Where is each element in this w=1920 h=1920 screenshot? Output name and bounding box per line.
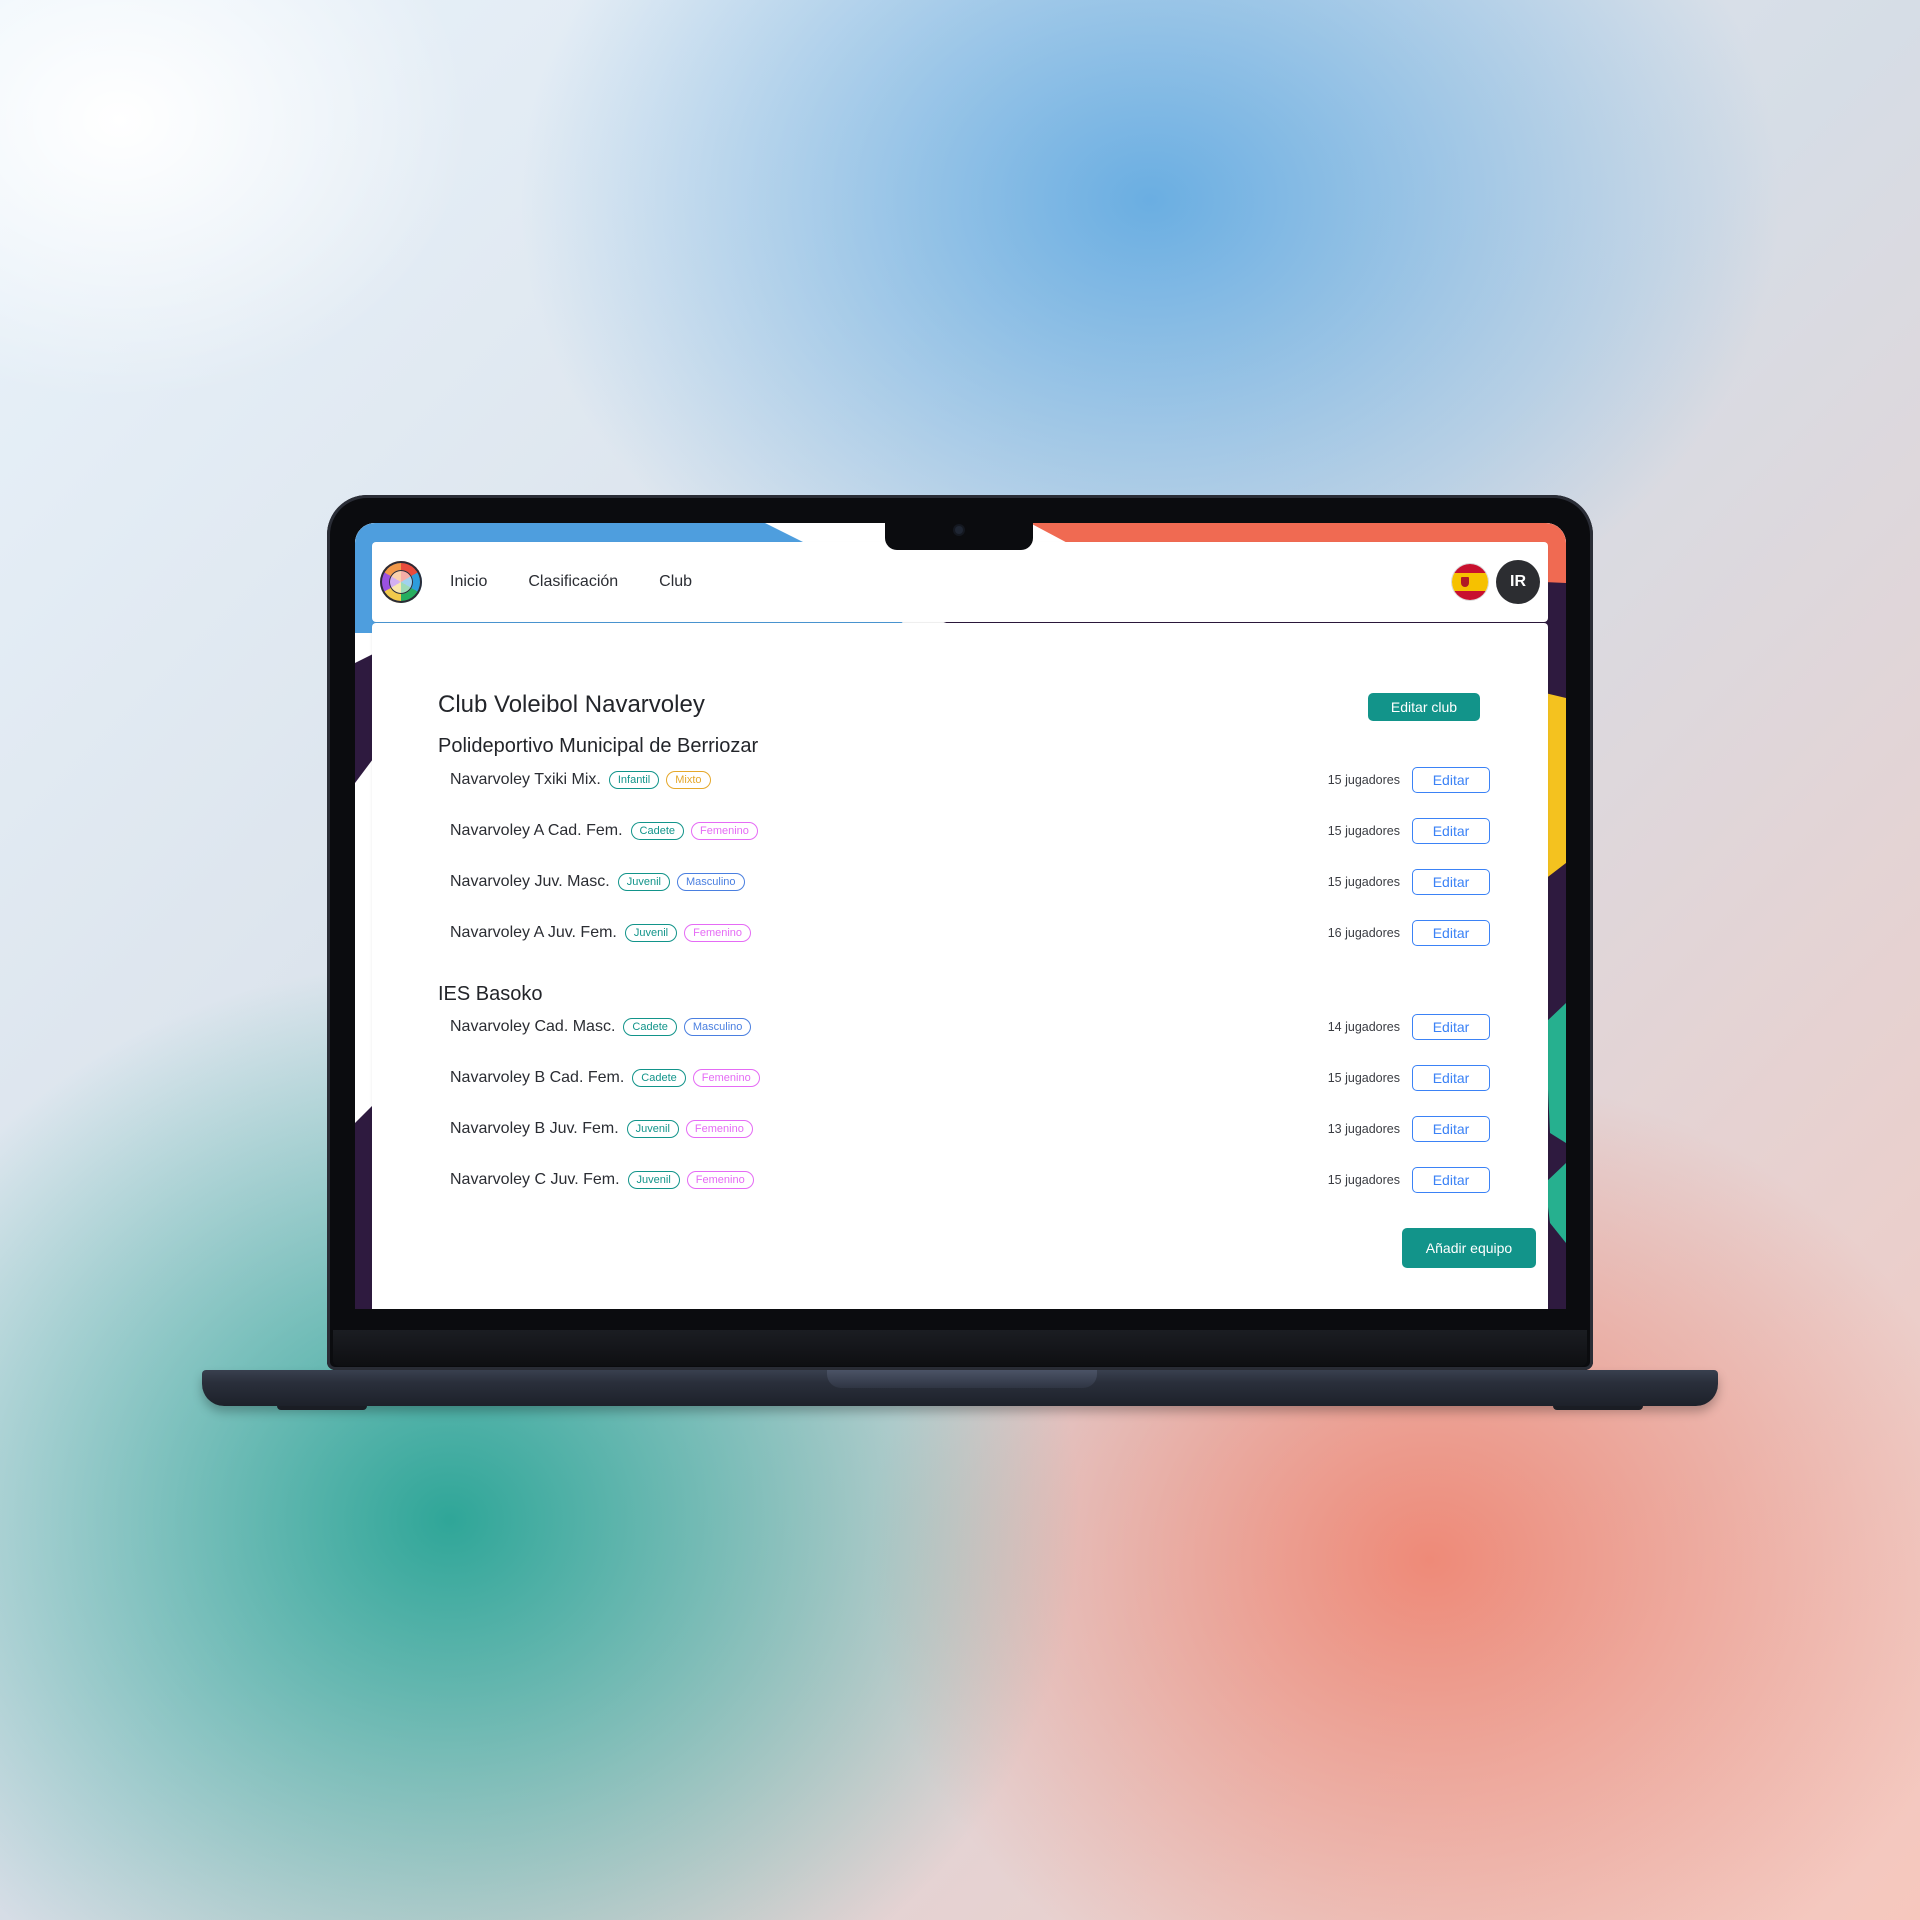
camera-icon <box>955 526 963 534</box>
row-actions: 15 jugadores Editar <box>1328 767 1490 793</box>
edit-team-button[interactable]: Editar <box>1412 1014 1490 1040</box>
category-tag: Juvenil <box>624 924 678 942</box>
team-row: Navarvoley C Juv. Fem. Juvenil Femenino … <box>450 1166 1490 1194</box>
player-count: 15 jugadores <box>1327 1071 1400 1085</box>
category-tag: Cadete <box>630 822 684 840</box>
team-name: Navarvoley B Cad. Fem. <box>450 1069 625 1086</box>
nav-links: Inicio Clasificación Club <box>450 573 733 591</box>
team-row: Navarvoley Cad. Masc. Cadete Masculino 1… <box>450 1013 1490 1041</box>
player-count: 16 jugadores <box>1327 926 1400 940</box>
nav-link-club[interactable]: Club <box>659 573 692 591</box>
team-name: Navarvoley Txiki Mix. <box>450 771 601 788</box>
gender-tag: Femenino <box>685 1120 753 1138</box>
edit-team-button[interactable]: Editar <box>1412 920 1490 946</box>
player-count: 15 jugadores <box>1327 773 1400 787</box>
edit-team-button[interactable]: Editar <box>1412 767 1490 793</box>
row-actions: 15 jugadores Editar <box>1328 818 1490 844</box>
player-count: 15 jugadores <box>1327 875 1400 889</box>
category-tag: Cadete <box>632 1069 686 1087</box>
category-tag: Juvenil <box>626 1120 679 1138</box>
laptop-foot <box>277 1406 367 1410</box>
row-actions: 15 jugadores Editar <box>1328 1167 1490 1193</box>
team-row: Navarvoley Txiki Mix. Infantil Mixto 15 … <box>450 766 1490 794</box>
navbar-right: IR <box>1452 560 1540 604</box>
top-navbar: Inicio Clasificación Club IR <box>372 542 1548 622</box>
volleyball-logo-icon[interactable] <box>380 561 422 603</box>
team-name: Navarvoley A Juv. Fem. <box>450 924 617 941</box>
gender-tag: Femenino <box>684 924 752 942</box>
edit-club-button[interactable]: Editar club <box>1368 693 1480 721</box>
team-name: Navarvoley Juv. Masc. <box>450 873 610 890</box>
team-row: Navarvoley Juv. Masc. Juvenil Masculino … <box>450 868 1490 896</box>
category-tag: Cadete <box>623 1018 677 1036</box>
edit-team-button[interactable]: Editar <box>1412 1065 1490 1091</box>
player-count: 15 jugadores <box>1327 824 1400 838</box>
gender-tag: Mixto <box>666 771 711 789</box>
team-row: Navarvoley A Cad. Fem. Cadete Femenino 1… <box>450 817 1490 845</box>
category-tag: Juvenil <box>627 1171 680 1189</box>
player-count: 15 jugadores <box>1327 1173 1400 1187</box>
player-count: 13 jugadores <box>1327 1122 1400 1136</box>
page-title: Club Voleibol Navarvoley <box>438 691 705 718</box>
gender-tag: Masculino <box>677 873 745 891</box>
spain-flag-icon[interactable] <box>1452 564 1488 600</box>
club-card: Club Voleibol Navarvoley Editar club Pol… <box>372 623 1548 1309</box>
team-name: Navarvoley B Juv. Fem. <box>450 1120 619 1137</box>
laptop-screen: Inicio Clasificación Club IR Club Voleib… <box>355 523 1566 1309</box>
category-tag: Infantil <box>608 771 660 789</box>
row-actions: 14 jugadores Editar <box>1328 1014 1490 1040</box>
team-name: Navarvoley C Juv. Fem. <box>450 1171 620 1188</box>
add-team-button[interactable]: Añadir equipo <box>1402 1228 1536 1268</box>
laptop-foot <box>1553 1406 1643 1410</box>
user-avatar[interactable]: IR <box>1496 560 1540 604</box>
edit-team-button[interactable]: Editar <box>1412 1116 1490 1142</box>
gender-tag: Femenino <box>691 822 758 840</box>
laptop-base <box>202 1370 1718 1410</box>
gender-tag: Femenino <box>692 1069 760 1087</box>
flag-shield <box>1461 577 1469 587</box>
team-row: Navarvoley B Cad. Fem. Cadete Femenino 1… <box>450 1064 1490 1092</box>
gender-tag: Masculino <box>683 1018 752 1036</box>
team-row: Navarvoley B Juv. Fem. Juvenil Femenino … <box>450 1115 1490 1143</box>
category-tag: Juvenil <box>617 873 670 891</box>
row-actions: 15 jugadores Editar <box>1328 1065 1490 1091</box>
venue-title: Polideportivo Municipal de Berriozar <box>438 735 759 757</box>
row-actions: 13 jugadores Editar <box>1328 1116 1490 1142</box>
edit-team-button[interactable]: Editar <box>1412 869 1490 895</box>
nav-link-clasificacion[interactable]: Clasificación <box>528 573 618 591</box>
nav-link-inicio[interactable]: Inicio <box>450 573 487 591</box>
team-name: Navarvoley A Cad. Fem. <box>450 822 623 839</box>
team-name: Navarvoley Cad. Masc. <box>450 1018 616 1035</box>
edit-team-button[interactable]: Editar <box>1412 818 1490 844</box>
row-actions: 16 jugadores Editar <box>1328 920 1490 946</box>
laptop-hinge <box>827 1370 1097 1388</box>
venue-title: IES Basoko <box>438 983 543 1005</box>
team-row: Navarvoley A Juv. Fem. Juvenil Femenino … <box>450 919 1490 947</box>
player-count: 14 jugadores <box>1327 1020 1400 1034</box>
gender-tag: Femenino <box>686 1171 754 1189</box>
edit-team-button[interactable]: Editar <box>1412 1167 1490 1193</box>
laptop-chin <box>333 1330 1587 1366</box>
row-actions: 15 jugadores Editar <box>1328 869 1490 895</box>
camera-notch <box>885 520 1033 550</box>
